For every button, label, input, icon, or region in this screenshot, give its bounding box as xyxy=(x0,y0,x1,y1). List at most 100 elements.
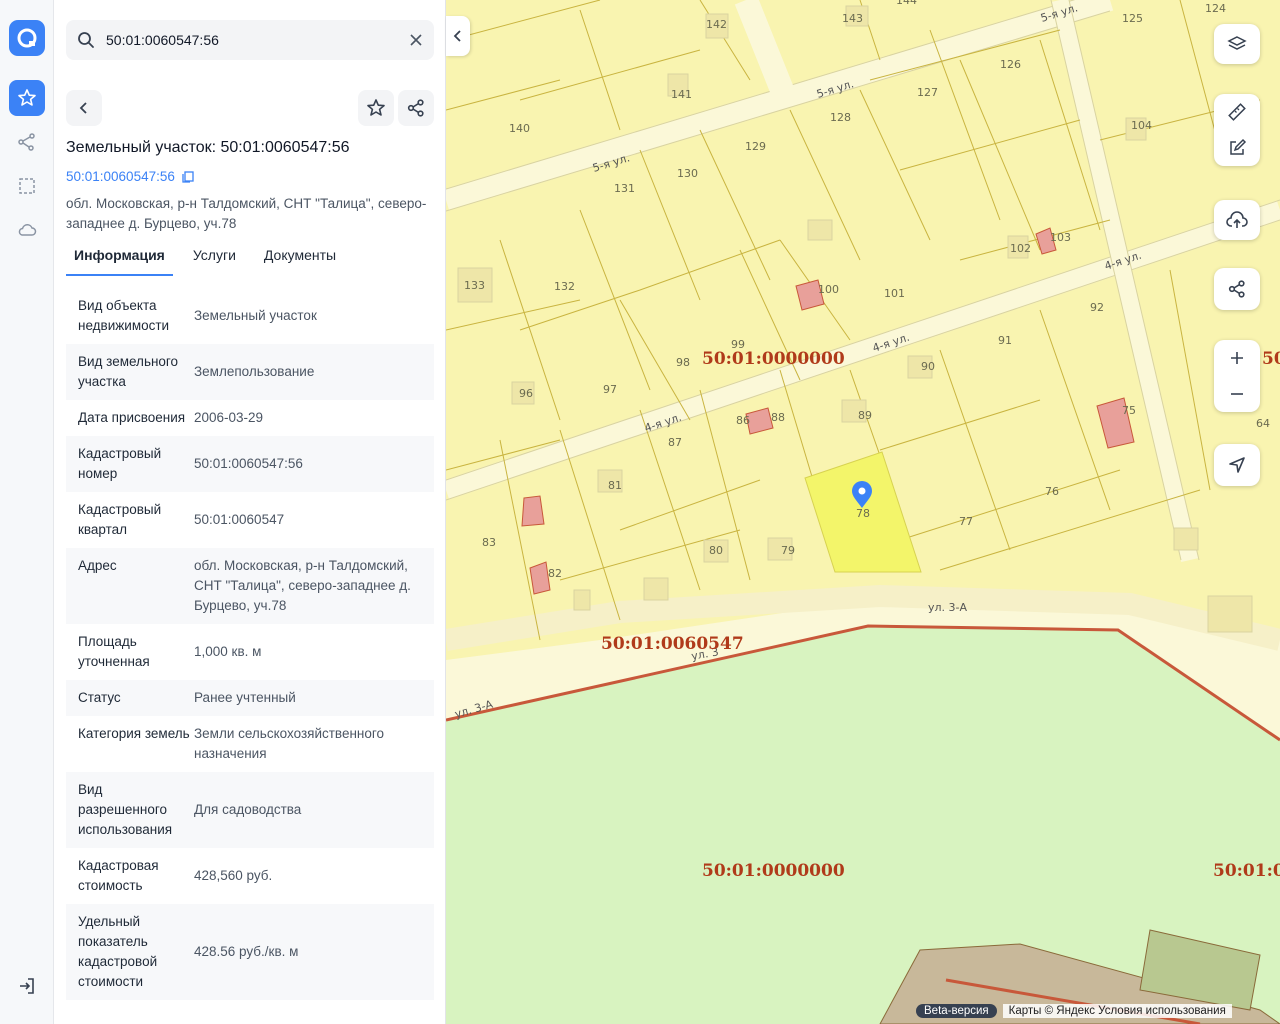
row-value: 50:01:0060547 xyxy=(194,512,285,527)
collapse-panel-button[interactable] xyxy=(446,16,470,56)
star-icon xyxy=(18,89,36,106)
quarter-label: 50:01:0000000 xyxy=(702,349,845,369)
plot-number: 128 xyxy=(830,111,851,124)
row-value: обл. Московская, р-н Талдомский, СНТ "Та… xyxy=(194,558,411,613)
plot-number: 77 xyxy=(959,515,973,528)
plot-number: 124 xyxy=(1205,2,1226,15)
chevron-left-icon xyxy=(79,102,87,114)
attribution-text[interactable]: Карты © Яндекс Условия использования xyxy=(1002,1004,1232,1018)
zoom-control[interactable] xyxy=(1214,340,1260,412)
row-value: Земельный участок xyxy=(194,308,317,323)
routes-nav-button[interactable] xyxy=(9,124,45,160)
upload-control[interactable] xyxy=(1214,200,1260,240)
plot-number: 144 xyxy=(896,0,917,7)
row-key: Статус xyxy=(78,690,121,705)
row-key: Адрес xyxy=(78,558,117,573)
plot-number: 132 xyxy=(554,280,575,293)
map-canvas[interactable]: 142 143 144 125 124 141 140 126 127 128 … xyxy=(446,0,1280,1024)
plot-number: 126 xyxy=(1000,58,1021,71)
row-value: Земли сельскохозяйственного назначения xyxy=(194,726,385,761)
row-key: Вид объекта недвижимости xyxy=(78,298,170,333)
edit-button[interactable] xyxy=(1214,130,1260,166)
plot-number: 78 xyxy=(856,507,870,520)
plot-number: 127 xyxy=(917,86,938,99)
edit-icon xyxy=(1230,138,1247,155)
plot-number: 130 xyxy=(677,167,698,180)
plot-number: 83 xyxy=(482,536,496,549)
table-row: Вид земельного участка Землепользование xyxy=(66,344,434,400)
tools-control[interactable] xyxy=(1214,94,1260,166)
search-input[interactable] xyxy=(106,20,396,60)
cadastral-number-text[interactable]: 50:01:0060547:56 xyxy=(66,169,175,184)
table-row: Статус Ранее учтенный xyxy=(66,680,434,716)
share-map-control[interactable] xyxy=(1214,268,1260,310)
row-key: Удельный показатель кадастровой стоимост… xyxy=(78,914,158,989)
layers-control[interactable] xyxy=(1214,24,1260,64)
app-logo[interactable] xyxy=(9,20,45,56)
plot-number: 143 xyxy=(842,12,863,25)
row-key: Вид земельного участка xyxy=(78,354,179,389)
quarter-label: 50:01:0060547 xyxy=(601,634,744,654)
plot-number: 89 xyxy=(858,409,872,422)
table-row: Кадастровый номер 50:01:0060547:56 xyxy=(66,436,434,492)
row-key: Кадастровая стоимость xyxy=(78,858,159,893)
plot-number: 82 xyxy=(548,567,562,580)
layers-button[interactable] xyxy=(1214,24,1260,64)
row-key: Кадастровый номер xyxy=(78,446,162,481)
plot-number: 131 xyxy=(614,182,635,195)
plot-number: 125 xyxy=(1122,12,1143,25)
plot-number: 98 xyxy=(676,356,690,369)
plot-number: 101 xyxy=(884,287,905,300)
object-title: Земельный участок: 50:01:0060547:56 xyxy=(66,139,350,156)
plot-number: 87 xyxy=(668,436,682,449)
tab-services[interactable]: Услуги xyxy=(185,244,244,276)
select-area-nav-button[interactable] xyxy=(9,168,45,204)
zoom-out-button[interactable] xyxy=(1214,376,1260,412)
tabs: Информация Услуги Документы xyxy=(66,244,434,276)
plot-number: 75 xyxy=(1122,404,1136,417)
dashed-square-icon xyxy=(19,178,35,194)
navigation-arrow-icon xyxy=(1229,457,1245,473)
geolocation-button[interactable] xyxy=(1214,444,1260,486)
object-address: обл. Московская, р-н Талдомский, СНТ "Та… xyxy=(66,196,427,231)
upload-button[interactable] xyxy=(1214,200,1260,240)
table-row: Вид объекта недвижимости Земельный участо… xyxy=(66,288,434,344)
table-row: Кадастровая стоимость 428,560 руб. xyxy=(66,848,434,904)
plot-number: 133 xyxy=(464,279,485,292)
table-row: Кадастровый квартал 50:01:0060547 xyxy=(66,492,434,548)
tab-documents[interactable]: Документы xyxy=(256,244,344,276)
cloud-nav-button[interactable] xyxy=(9,212,45,248)
table-row: Категория земель Земли сельскохозяйственн… xyxy=(66,716,434,772)
table-row: Площадь уточненная 1,000 кв. м xyxy=(66,624,434,680)
logout-icon xyxy=(20,978,34,994)
copy-icon[interactable] xyxy=(181,170,195,184)
favorites-nav-button[interactable] xyxy=(9,80,45,116)
row-key: Категория земель xyxy=(78,726,190,741)
back-button[interactable] xyxy=(66,90,102,126)
quarter-label: 50:01:0000000 xyxy=(702,861,845,881)
cloud-upload-icon xyxy=(1226,211,1248,228)
plot-number: 100 xyxy=(818,283,839,296)
quarter-label: 50:01:0 xyxy=(1213,861,1280,881)
plot-number: 102 xyxy=(1010,242,1031,255)
plot-number: 97 xyxy=(603,383,617,396)
clear-search-icon[interactable] xyxy=(408,32,424,48)
row-value: Для садоводства xyxy=(194,802,302,817)
share-button[interactable] xyxy=(398,90,434,126)
logout-button[interactable] xyxy=(9,968,45,1004)
plot-number: 81 xyxy=(608,479,622,492)
tab-information[interactable]: Информация xyxy=(66,244,173,276)
zoom-in-button[interactable] xyxy=(1214,340,1260,376)
geolocation-control[interactable] xyxy=(1214,444,1260,486)
ruler-icon xyxy=(1228,103,1246,121)
plot-number: 142 xyxy=(706,18,727,31)
cadastral-number-link[interactable]: 50:01:0060547:56 xyxy=(66,169,195,184)
cadastral-map[interactable]: 142 143 144 125 124 141 140 126 127 128 … xyxy=(446,0,1280,1024)
add-favorite-button[interactable] xyxy=(358,90,394,126)
plot-number: 64 xyxy=(1256,417,1270,430)
layers-icon xyxy=(1227,36,1247,50)
star-icon xyxy=(367,99,385,116)
ruler-button[interactable] xyxy=(1214,94,1260,130)
search-icon xyxy=(78,32,94,48)
share-map-button[interactable] xyxy=(1214,268,1260,310)
